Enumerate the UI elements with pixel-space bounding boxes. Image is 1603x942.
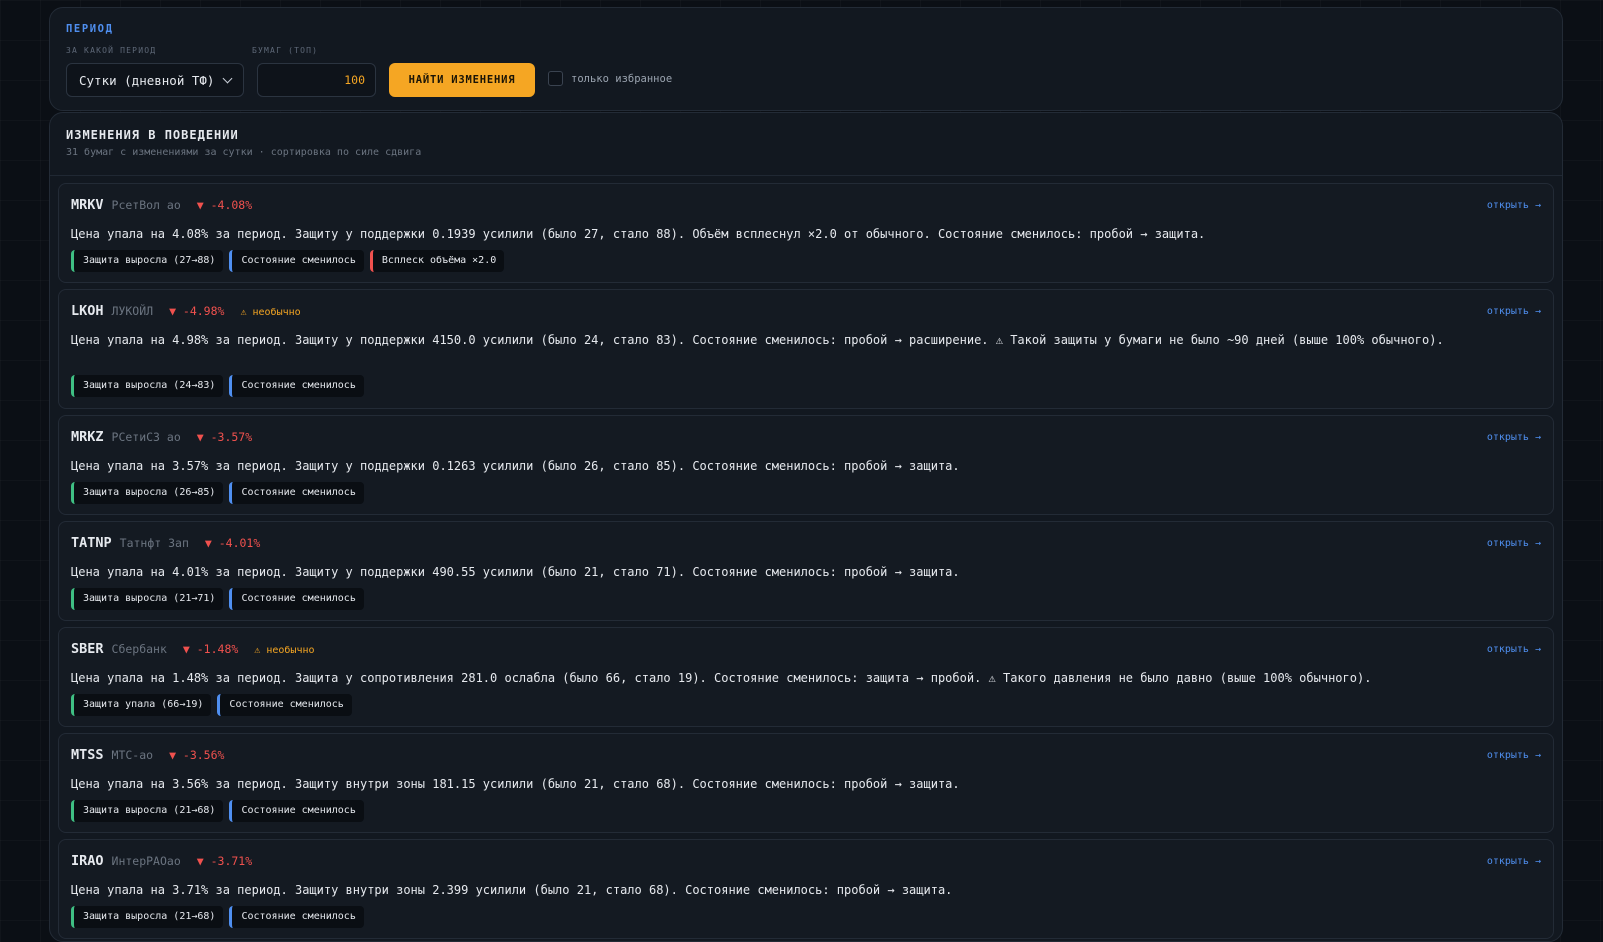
tag-list: Защита выросла (24→83) Состояние сменилос… [71, 375, 364, 397]
tag-list: Защита выросла (21→71) Состояние сменилос… [71, 588, 364, 610]
company-name: РсетВол ао [111, 198, 181, 212]
company-name: ИнтерРАОао [111, 854, 181, 868]
favorites-label: только избранное [571, 72, 673, 85]
tag-list: Защита выросла (26→85) Состояние сменилос… [71, 482, 364, 504]
favorites-checkbox[interactable] [548, 71, 563, 86]
state-tag: Состояние сменилось [229, 375, 364, 397]
change-card: MRKZ РСетиСЗ ао ▼ -3.57% открыть → Цена упал… [58, 415, 1554, 515]
vol-tag: Всплеск объёма ×2.0 [369, 250, 505, 272]
defense-tag: Защита выросла (21→68) [71, 800, 224, 822]
ticker-symbol: TATNP [71, 535, 112, 551]
state-tag: Состояние сменилось [229, 906, 364, 928]
defense-tag: Защита выросла (21→68) [71, 906, 224, 928]
price-change: ▼ -3.57% [196, 430, 253, 444]
price-change: ▼ -4.01% [204, 536, 261, 550]
top-count-field-label: бумаг (топ) [252, 46, 319, 55]
company-name: ЛУКОЙЛ [111, 304, 154, 318]
price-change: ▼ -1.48% [182, 642, 239, 656]
price-change: ▼ -3.71% [196, 854, 253, 868]
changes-title: ИЗМЕНЕНИЯ В ПОВЕДЕНИИ [66, 128, 239, 142]
change-description: Цена упала на 4.98% за период. Защиту у … [71, 333, 1444, 347]
ticker-symbol: IRAO [71, 853, 104, 869]
open-link[interactable]: открыть → [1487, 538, 1541, 549]
change-card: SBER Сбербанк ▼ -1.48% ⚠ необычно открыть → Ц… [58, 627, 1554, 727]
find-changes-button[interactable]: Найти изменения [389, 63, 535, 97]
tag-list: Защита упала (66→19) Состояние сменилось [71, 694, 352, 716]
card-header: MRKV РсетВол ао ▼ -4.08% [71, 197, 252, 213]
change-card: IRAO ИнтерРАОао ▼ -3.71% открыть → Цена упал… [58, 839, 1554, 939]
state-tag: Состояние сменилось [229, 588, 364, 610]
change-description: Цена упала на 1.48% за период. Защита у … [71, 671, 1372, 685]
ticker-symbol: MTSS [71, 747, 104, 763]
defense-tag: Защита выросла (27→88) [71, 250, 224, 272]
ticker-symbol: SBER [71, 641, 104, 657]
change-card: TATNP Татнфт 3ап ▼ -4.01% открыть → Цена упа… [58, 521, 1554, 621]
open-link[interactable]: открыть → [1487, 432, 1541, 443]
chevron-down-icon [222, 73, 233, 83]
open-link[interactable]: открыть → [1487, 306, 1541, 317]
change-description: Цена упала на 3.71% за период. Защиту вн… [71, 883, 953, 897]
ticker-symbol: LKOH [71, 303, 104, 319]
state-tag: Состояние сменилось [217, 694, 352, 716]
period-select-value: Сутки (дневной ТФ) [79, 72, 215, 88]
change-description: Цена упала на 4.01% за период. Защиту у … [71, 565, 960, 579]
tag-list: Защита выросла (21→68) Состояние сменилос… [71, 906, 364, 928]
changes-subtitle: 31 бумаг с изменениями за сутки · сортир… [66, 147, 422, 158]
changes-panel: ИЗМЕНЕНИЯ В ПОВЕДЕНИИ 31 бумаг с изменен… [49, 112, 1563, 942]
unusual-badge: ⚠ необычно [254, 645, 315, 656]
defense-tag: Защита выросла (26→85) [71, 482, 224, 504]
change-card: MRKV РсетВол ао ▼ -4.08% открыть → Цена упал… [58, 183, 1554, 283]
open-link[interactable]: открыть → [1487, 644, 1541, 655]
change-description: Цена упала на 4.08% за период. Защиту у … [71, 227, 1206, 241]
company-name: РСетиСЗ ао [111, 430, 181, 444]
defense-tag: Защита выросла (21→71) [71, 588, 224, 610]
tag-list: Защита выросла (21→68) Состояние сменилос… [71, 800, 364, 822]
price-change: ▼ -4.08% [196, 198, 253, 212]
card-header: MRKZ РСетиСЗ ао ▼ -3.57% [71, 429, 252, 445]
open-link[interactable]: открыть → [1487, 200, 1541, 211]
card-header: LKOH ЛУКОЙЛ ▼ -4.98% ⚠ необычно [71, 303, 301, 319]
favorites-toggle[interactable]: только избранное [548, 71, 672, 86]
change-card: LKOH ЛУКОЙЛ ▼ -4.98% ⚠ необычно открыть → Цен… [58, 289, 1554, 409]
header-divider [50, 175, 1562, 176]
period-section-title: Период [66, 23, 114, 35]
card-header: IRAO ИнтерРАОао ▼ -3.71% [71, 853, 252, 869]
tag-list: Защита выросла (27→88) Состояние сменилос… [71, 250, 505, 272]
change-description: Цена упала на 3.56% за период. Защиту вн… [71, 777, 960, 791]
price-change: ▼ -4.98% [169, 304, 225, 318]
top-count-input[interactable] [257, 63, 376, 97]
company-name: МТС-ао [111, 748, 154, 762]
card-header: MTSS МТС-ао ▼ -3.56% [71, 747, 224, 763]
period-field-label: за какой период [66, 46, 157, 55]
card-header: TATNP Татнфт 3ап ▼ -4.01% [71, 535, 260, 551]
price-change: ▼ -3.56% [169, 748, 225, 762]
card-header: SBER Сбербанк ▼ -1.48% ⚠ необычно [71, 641, 315, 657]
company-name: Сбербанк [111, 642, 167, 656]
change-description: Цена упала на 3.57% за период. Защиту у … [71, 459, 960, 473]
period-panel: Период за какой период бумаг (топ) Сутки… [49, 7, 1563, 111]
state-tag: Состояние сменилось [229, 250, 364, 272]
defense-tag: Защита выросла (24→83) [71, 375, 224, 397]
ticker-symbol: MRKV [71, 197, 104, 213]
change-card: MTSS МТС-ао ▼ -3.56% открыть → Цена упала на… [58, 733, 1554, 833]
state-tag: Состояние сменилось [229, 482, 364, 504]
open-link[interactable]: открыть → [1487, 856, 1541, 867]
state-tag: Состояние сменилось [229, 800, 364, 822]
open-link[interactable]: открыть → [1487, 750, 1541, 761]
period-select[interactable]: Сутки (дневной ТФ) [66, 63, 244, 97]
ticker-symbol: MRKZ [71, 429, 104, 445]
defense-tag: Защита упала (66→19) [71, 694, 212, 716]
unusual-badge: ⚠ необычно [240, 307, 301, 318]
company-name: Татнфт 3ап [119, 536, 189, 550]
